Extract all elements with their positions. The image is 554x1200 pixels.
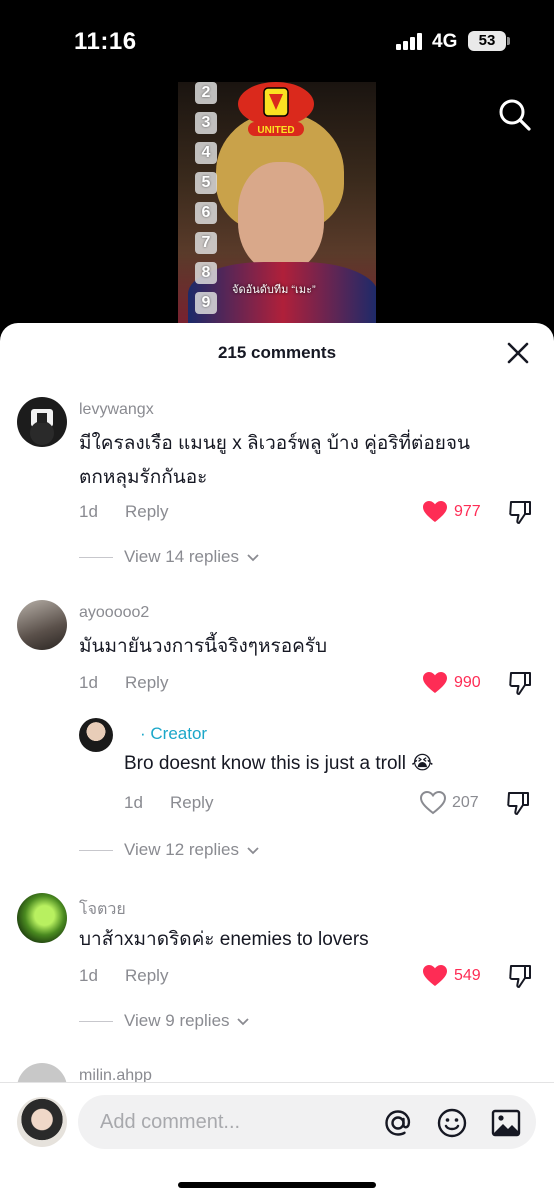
chevron-down-icon: [237, 1017, 249, 1025]
network-label: 4G: [432, 31, 458, 52]
reply-text: Bro doesnt know this is just a troll 😭: [124, 753, 434, 774]
dislike-icon[interactable]: [506, 790, 530, 816]
heart-icon[interactable]: [422, 671, 448, 695]
divider-line: [79, 557, 113, 558]
video-person-face: [238, 162, 324, 272]
dislike-icon[interactable]: [508, 670, 532, 696]
rank-number: 2: [195, 82, 217, 104]
comment-text: มีใครลงเรือ แมนยู x ลิเวอร์พลู บ้าง คู่อ…: [79, 433, 470, 488]
rank-list: 2 3 4 5 6 7 8 9: [195, 82, 219, 314]
search-icon[interactable]: [498, 98, 532, 132]
heart-outline-icon[interactable]: [420, 791, 446, 815]
view-replies-label: View 9 replies: [124, 1011, 230, 1030]
rank-number: 7: [195, 232, 217, 254]
rank-number: 3: [195, 112, 217, 134]
status-time: 11:16: [74, 28, 137, 55]
reply-button[interactable]: Reply: [125, 673, 168, 693]
avatar[interactable]: [17, 600, 67, 650]
comment-text: มันมายันวงการนี้จริงๆหรอครับ: [79, 636, 328, 657]
rank-number: 5: [195, 172, 217, 194]
comment-username[interactable]: โจตวย: [79, 897, 126, 922]
divider-line: [79, 850, 113, 851]
view-replies-label: View 12 replies: [124, 840, 239, 859]
reply-age: 1d: [124, 793, 143, 812]
creator-label: · Creator: [140, 724, 208, 743]
reply-button[interactable]: Reply: [125, 502, 168, 522]
my-avatar[interactable]: [17, 1097, 67, 1147]
like-count: 549: [454, 967, 481, 984]
chevron-down-icon: [247, 846, 259, 854]
signal-icon: [396, 32, 426, 50]
comment-input-wrapper[interactable]: [78, 1095, 536, 1149]
comment-item: levywangx มีใครลงเรือ แมนยู x ลิเวอร์พลู…: [0, 395, 554, 585]
video-caption: จัดอันดับทีม “เมะ”: [232, 284, 316, 296]
comment-age: 1d: [79, 502, 98, 521]
close-icon[interactable]: [506, 341, 530, 365]
comments-sheet: 215 comments levywangx มีใครลงเรือ แมนยู…: [0, 323, 554, 1200]
comment-item: โจตวย บาส้าxมาดริดค่ะ enemies to lovers …: [0, 891, 554, 1041]
heart-icon[interactable]: [422, 500, 448, 524]
dislike-icon[interactable]: [508, 963, 532, 989]
comment-input[interactable]: [100, 1107, 380, 1137]
like-count: 207: [452, 794, 479, 811]
avatar[interactable]: [17, 893, 67, 943]
like-count: 977: [454, 503, 481, 520]
rank-number: 9: [195, 292, 217, 314]
rank-number: 6: [195, 202, 217, 224]
club-crest-logo: UNITED: [238, 82, 314, 136]
reply-button[interactable]: Reply: [125, 966, 168, 986]
battery-icon: 53: [468, 31, 506, 51]
rank-number: 4: [195, 142, 217, 164]
like-count: 990: [454, 674, 481, 691]
avatar[interactable]: [17, 397, 67, 447]
comments-count-title: 215 comments: [217, 343, 337, 362]
battery-tip: [507, 37, 510, 45]
comment-username[interactable]: ayooooo2: [79, 604, 149, 622]
creator-avatar[interactable]: [79, 718, 113, 752]
comment-username[interactable]: levywangx: [79, 401, 154, 419]
emoji-icon[interactable]: [436, 1107, 468, 1139]
view-replies-button[interactable]: View 12 replies: [124, 840, 260, 860]
divider-line: [79, 1021, 113, 1022]
view-replies-button[interactable]: View 14 replies: [124, 547, 260, 567]
home-indicator: [178, 1182, 376, 1188]
chevron-down-icon: [247, 553, 259, 561]
crest-text: UNITED: [257, 125, 294, 136]
view-replies-label: View 14 replies: [124, 547, 239, 566]
status-bar: 11:16 4G 53: [0, 0, 554, 80]
video-preview[interactable]: UNITED 2 3 4 5 6 7 8 9 จัดอันดับทีม “เมะ…: [178, 82, 376, 327]
rank-number: 8: [195, 262, 217, 284]
heart-icon[interactable]: [422, 964, 448, 988]
dislike-icon[interactable]: [508, 499, 532, 525]
view-replies-button[interactable]: View 9 replies: [124, 1011, 250, 1031]
mention-icon[interactable]: [382, 1107, 414, 1139]
comment-text: บาส้าxมาดริดค่ะ enemies to lovers: [79, 929, 369, 950]
comment-age: 1d: [79, 966, 98, 985]
comment-item: ayooooo2 มันมายันวงการนี้จริงๆหรอครับ 1d…: [0, 598, 554, 878]
comment-age: 1d: [79, 673, 98, 692]
reply-button[interactable]: Reply: [170, 793, 213, 813]
image-icon[interactable]: [490, 1107, 522, 1139]
